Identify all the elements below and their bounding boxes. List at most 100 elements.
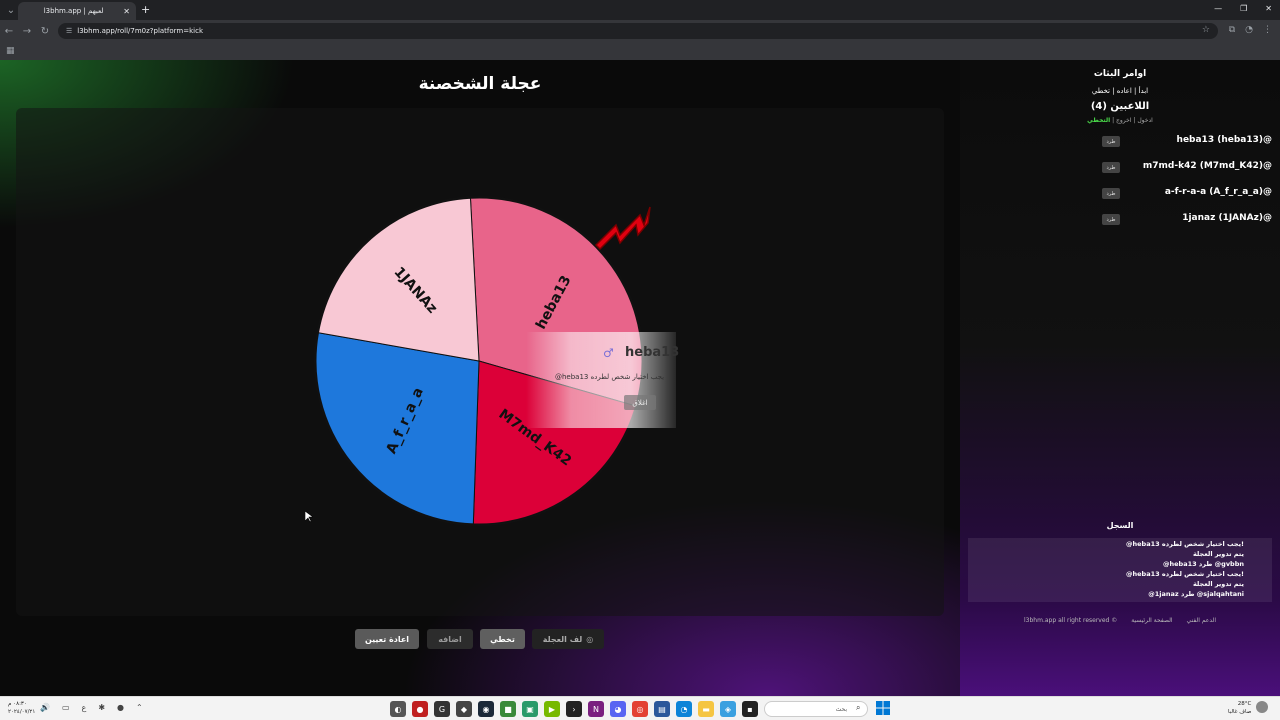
kick-button[interactable]: طرد xyxy=(1102,188,1120,199)
player-name: a-f-r-a-a (A_f_r_a_a)@ xyxy=(1164,187,1272,197)
player-row: طرد m7md-k42 (M7md_K42)@ xyxy=(1100,161,1272,175)
browser-tab[interactable]: l3bhm.app | لعبهم ✕ xyxy=(18,2,136,20)
log-entry: يتم تدوير العجلة xyxy=(1192,580,1244,588)
app-icon[interactable]: ▪ xyxy=(742,701,758,717)
log-entry: @1janaz طرد @sjalqahtani xyxy=(1148,590,1244,598)
wheel-pointer-icon xyxy=(594,206,651,251)
discord-icon[interactable]: ◕ xyxy=(610,701,626,717)
new-tab-button[interactable]: + xyxy=(141,3,150,16)
terminal-icon[interactable]: › xyxy=(566,701,582,717)
spin-wheel-button[interactable]: لف العجلة ◎ xyxy=(532,629,604,649)
taskbar-search[interactable]: بحث xyxy=(764,701,868,717)
app-icon[interactable]: ◆ xyxy=(456,701,472,717)
minimize-icon[interactable]: — xyxy=(1214,4,1222,13)
tab-search-icon[interactable]: ⌄ xyxy=(4,3,18,17)
volume-icon[interactable]: 🔊 xyxy=(40,703,50,712)
menu-icon[interactable]: ⋮ xyxy=(1263,25,1272,35)
address-bar: ← → ↻ ☰ l3bhm.app/roll/7m0z?platform=kic… xyxy=(0,20,1280,42)
player-name: m7md-k42 (M7md_K42)@ xyxy=(1142,161,1272,171)
app-icon[interactable]: N xyxy=(588,701,604,717)
winner-message: @heba13 يجب اختيار شخص لطرده xyxy=(555,373,665,381)
tab-strip: ⌄ l3bhm.app | لعبهم ✕ + — ❐ ✕ xyxy=(0,0,1280,20)
reload-icon[interactable]: ↻ xyxy=(36,26,54,37)
tab-title: l3bhm.app | لعبهم xyxy=(43,7,104,15)
clock[interactable]: ٠٨:٣٠ م ٢٠٢٤/٠٧/٢١ xyxy=(8,700,35,716)
kick-button[interactable]: طرد xyxy=(1102,162,1120,173)
folder-icon[interactable]: ▬ xyxy=(698,701,714,717)
weather-icon xyxy=(1256,701,1268,713)
player-row: طرد 1janaz (1JANAz)@ xyxy=(1100,213,1272,227)
apps-grid-icon[interactable]: ▦ xyxy=(6,46,15,56)
tab-close-icon[interactable]: ✕ xyxy=(123,7,130,16)
site-info-icon[interactable]: ☰ xyxy=(66,27,72,35)
log-list: @heba13 يجب اختيار شخص لطرده! يتم تدوير … xyxy=(968,540,1272,600)
app-icon[interactable]: ▣ xyxy=(522,701,538,717)
bluetooth-icon[interactable]: ✱ xyxy=(98,703,105,712)
log-entry: @heba13 يجب اختيار شخص لطرده! xyxy=(1126,570,1244,578)
pinned-apps: ◐ ● G ◆ ◉ ■ ▣ ▶ › N ◕ ◎ ▤ ◔ ▬ ◈ ▪ xyxy=(390,701,758,717)
extensions-icon[interactable]: ⧉ xyxy=(1229,25,1235,35)
extension-icons: ⧉ ◔ ⋮ xyxy=(1229,25,1272,35)
status-exit[interactable]: اخروج xyxy=(1116,117,1131,124)
kick-button[interactable]: طرد xyxy=(1102,214,1120,225)
app-icon[interactable]: ● xyxy=(412,701,428,717)
weather-widget[interactable]: 28°C صاف غالبا xyxy=(1228,700,1251,716)
system-tray: 🔊 ▭ ع ✱ ● ⌃ xyxy=(40,703,143,712)
window-controls: — ❐ ✕ xyxy=(1214,4,1272,13)
mouse-cursor-icon xyxy=(305,511,313,523)
reset-button[interactable]: اعادة تعيين xyxy=(355,629,419,649)
log-entry: يتم تدوير العجلة xyxy=(1192,550,1244,558)
player-row: طرد heba13 (heba13)@ xyxy=(1100,135,1272,149)
language-indicator[interactable]: ع xyxy=(82,703,87,712)
steam-icon[interactable]: ◉ xyxy=(478,701,494,717)
weather-temp: 28°C xyxy=(1237,701,1252,707)
tray-app-icon[interactable]: ● xyxy=(117,703,124,712)
maximize-icon[interactable]: ❐ xyxy=(1240,4,1247,13)
bookmarks-bar: ▦ xyxy=(0,42,1280,60)
search-icon: ⌕ xyxy=(856,703,861,712)
log-entry: @heba13 يجب اختيار شخص لطرده! xyxy=(1126,540,1244,548)
edge-icon[interactable]: ◔ xyxy=(676,701,692,717)
app-icon[interactable]: G xyxy=(434,701,450,717)
url-text: l3bhm.app/roll/7m0z?platform=kick xyxy=(77,27,204,35)
spin-label: لف العجلة xyxy=(542,634,583,644)
profile-icon[interactable]: ◔ xyxy=(1245,25,1253,35)
forward-icon[interactable]: → xyxy=(18,26,36,37)
log-title: السجل xyxy=(1106,521,1134,530)
app-icon[interactable]: ◐ xyxy=(390,701,406,717)
status-enter[interactable]: ادخول xyxy=(1137,117,1153,124)
players-status: ادخول | اخروج | التخطي xyxy=(1087,117,1153,124)
window-close-icon[interactable]: ✕ xyxy=(1265,4,1272,13)
log-entry: @heba13 طرد @gvbbn xyxy=(1163,560,1244,568)
chrome-icon[interactable]: ◎ xyxy=(632,701,648,717)
footer-support-link[interactable]: الدعم الفني xyxy=(1187,617,1216,624)
page-title: عجلة الشخصنة xyxy=(418,74,542,94)
spin-icon: ◎ xyxy=(586,634,594,644)
back-icon[interactable]: ← xyxy=(0,26,18,37)
network-icon[interactable]: ▭ xyxy=(62,703,70,712)
gender-icon: ♂ xyxy=(603,346,614,360)
url-field[interactable]: ☰ l3bhm.app/roll/7m0z?platform=kick ☆ xyxy=(58,23,1218,39)
clock-date: ٢٠٢٤/٠٧/٢١ xyxy=(8,709,36,715)
nvidia-icon[interactable]: ▶ xyxy=(544,701,560,717)
player-name: heba13 (heba13)@ xyxy=(1176,135,1272,145)
app-icon[interactable]: ■ xyxy=(500,701,516,717)
skip-button[interactable]: تخطي xyxy=(480,629,525,649)
winner-name: heba13 xyxy=(625,345,680,360)
tray-expand-icon[interactable]: ⌃ xyxy=(136,703,143,712)
add-button[interactable]: اضافه xyxy=(427,629,473,649)
player-name: 1janaz (1JANAz)@ xyxy=(1182,213,1272,223)
players-title: اللاعبين (4) xyxy=(1090,101,1150,112)
footer-copyright: l3bhm.app all right reserved © xyxy=(1024,617,1118,624)
footer-home-link[interactable]: الصفحة الرئيسية xyxy=(1131,617,1172,624)
clock-time: ٠٨:٣٠ م xyxy=(8,701,27,707)
app-icon[interactable]: ▤ xyxy=(654,701,670,717)
popup-close-button[interactable]: اغلاق xyxy=(624,395,656,410)
status-skip[interactable]: التخطي xyxy=(1087,117,1110,124)
windows-start-icon[interactable] xyxy=(876,701,890,715)
bookmark-star-icon[interactable]: ☆ xyxy=(1202,25,1210,35)
taskbar: ٠٨:٣٠ م ٢٠٢٤/٠٧/٢١ 🔊 ▭ ع ✱ ● ⌃ ◐ ● G ◆ ◉… xyxy=(0,696,1280,720)
app-icon[interactable]: ◈ xyxy=(720,701,736,717)
commands-title: اوامر البثات xyxy=(1093,69,1147,79)
kick-button[interactable]: طرد xyxy=(1102,136,1120,147)
